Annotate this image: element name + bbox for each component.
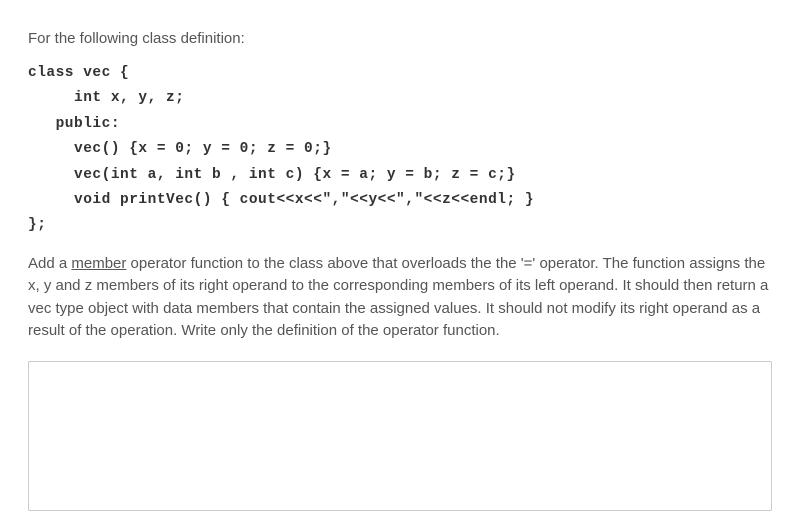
code-line-1: class vec { <box>28 61 772 86</box>
instructions-prefix: Add a <box>28 255 71 272</box>
answer-textarea[interactable] <box>28 361 772 511</box>
code-line-5: vec(int a, int b , int c) {x = a; y = b;… <box>28 163 772 188</box>
code-block: class vec { int x, y, z; public: vec() {… <box>28 61 772 239</box>
instructions-text: Add a member operator function to the cl… <box>28 253 772 343</box>
code-line-6: void printVec() { cout<<x<<","<<y<<","<<… <box>28 188 772 213</box>
code-line-2: int x, y, z; <box>28 86 772 111</box>
intro-text: For the following class definition: <box>28 30 772 47</box>
code-line-4: vec() {x = 0; y = 0; z = 0;} <box>28 137 772 162</box>
instructions-suffix: operator function to the class above tha… <box>28 255 768 340</box>
code-line-7: }; <box>28 213 772 238</box>
instructions-emphasized: member <box>71 255 126 272</box>
code-line-3: public: <box>28 112 772 137</box>
